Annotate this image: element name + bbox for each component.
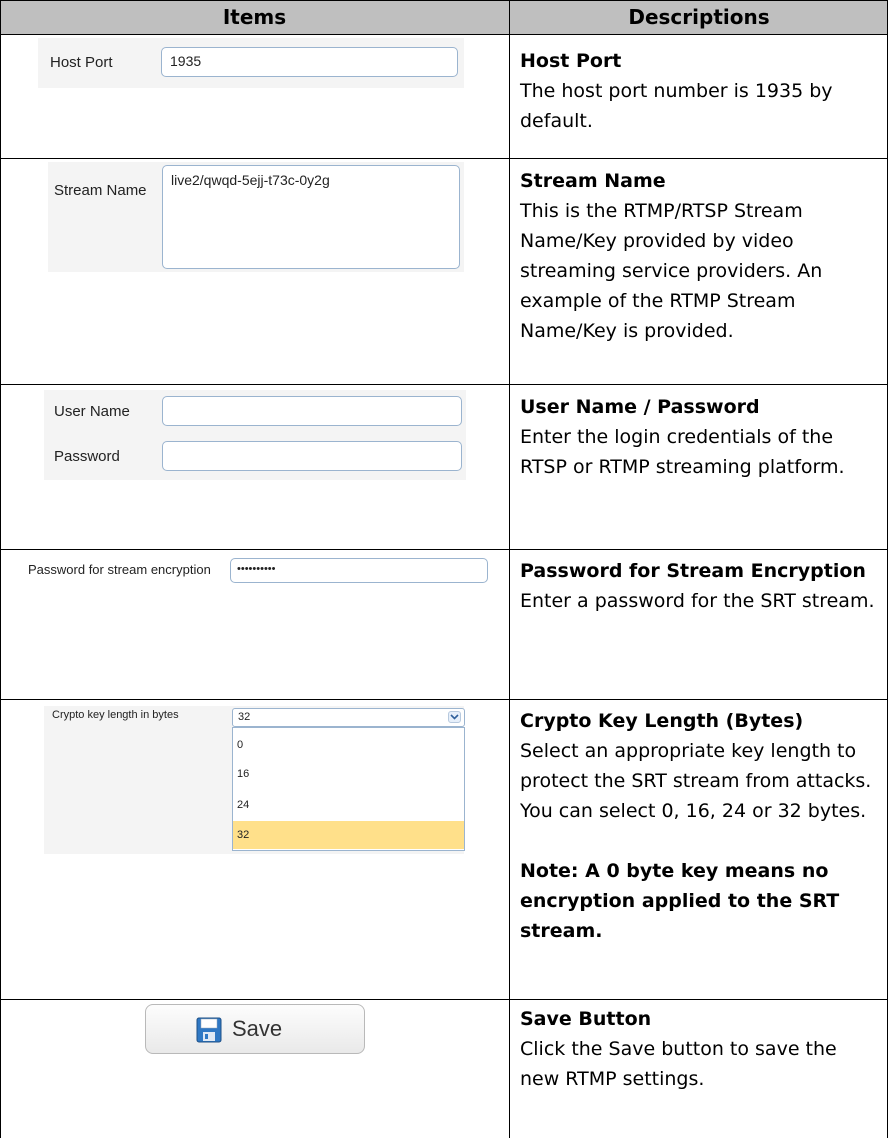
stream-name-label: Stream Name [54,182,147,199]
host-port-body: The host port number is 1935 by default. [520,80,833,132]
encryption-password-panel: Password for stream encryption •••••••••… [20,556,490,586]
encryption-password-body: Enter a password for the SRT stream. [520,590,875,612]
save-button-description: Save Button Click the Save button to sav… [520,1004,882,1094]
crypto-key-option[interactable]: 0 [233,731,464,759]
host-port-title: Host Port [520,50,622,72]
encryption-password-description: Password for Stream Encryption Enter a p… [520,556,882,616]
stream-name-description: Stream Name This is the RTMP/RTSP Stream… [520,166,882,346]
items-header: Items [222,5,287,29]
host-port-description: Host Port The host port number is 1935 b… [520,46,882,136]
encryption-password-input[interactable]: •••••••••• [230,558,488,583]
row-divider [0,699,888,700]
col-divider [0,0,1,1138]
crypto-key-option-selected[interactable]: 32 [233,821,464,849]
row-divider [0,34,888,35]
row-divider [0,158,888,159]
crypto-key-select[interactable]: 32 [232,708,465,727]
save-button-body: Click the Save button to save the new RT… [520,1038,837,1090]
stream-name-body: This is the RTMP/RTSP Stream Name/Key pr… [520,200,823,342]
credentials-body: Enter the login credentials of the RTSP … [520,426,845,478]
crypto-key-note: Note: A 0 byte key means no encryption a… [520,860,840,942]
crypto-key-title: Crypto Key Length (Bytes) [520,710,804,732]
stream-name-input[interactable]: live2/qwqd-5ejj-t73c-0y2g [162,165,460,269]
stream-name-title: Stream Name [520,170,666,192]
credentials-description: User Name / Password Enter the login cre… [520,392,882,482]
descriptions-header: Descriptions [628,5,770,29]
crypto-key-label: Crypto key length in bytes [52,709,179,721]
encryption-password-title: Password for Stream Encryption [520,560,866,582]
row-divider [0,0,888,1]
credentials-title: User Name / Password [520,396,760,418]
crypto-key-panel: Crypto key length in bytes 32 0 16 24 32 [44,706,465,854]
settings-table: Items Descriptions Host Port 1935 Host P… [0,0,888,1138]
password-label: Password [54,448,120,465]
encryption-password-label: Password for stream encryption [28,562,211,577]
crypto-key-selected-value: 32 [238,711,251,723]
save-button[interactable]: Save [145,1004,365,1054]
crypto-key-description: Crypto Key Length (Bytes) Select an appr… [520,706,882,946]
chevron-down-icon [448,711,461,723]
crypto-key-option[interactable]: 24 [233,791,464,819]
row-divider [0,549,888,550]
user-name-label: User Name [54,403,130,420]
host-port-label: Host Port [50,54,113,71]
credentials-panel: User Name Password [44,390,466,480]
host-port-input[interactable]: 1935 [161,47,458,77]
crypto-key-option[interactable]: 16 [233,760,464,788]
save-button-label: Save [232,1016,283,1041]
col-divider [509,0,510,1138]
floppy-disk-icon [196,1017,222,1043]
crypto-key-body: Select an appropriate key length to prot… [520,740,872,822]
host-port-panel: Host Port 1935 [38,38,464,88]
stream-name-panel: Stream Name live2/qwqd-5ejj-t73c-0y2g [48,162,464,272]
crypto-key-dropdown: 0 16 24 32 [232,727,465,851]
save-button-panel: Save [139,1001,371,1057]
row-divider [0,384,888,385]
password-input[interactable] [162,441,462,471]
row-divider [0,999,888,1000]
save-button-title: Save Button [520,1008,652,1030]
user-name-input[interactable] [162,396,462,426]
